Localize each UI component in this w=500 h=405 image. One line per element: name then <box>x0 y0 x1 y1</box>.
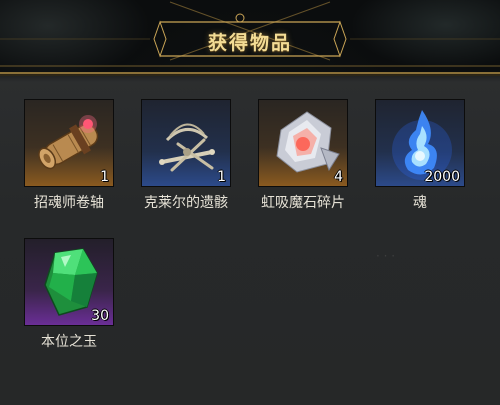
item-name: 虹吸魔石碎片 <box>261 195 345 211</box>
item-tile[interactable]: 30 <box>24 238 114 326</box>
item-slot[interactable]: 2000 魂 <box>375 99 465 212</box>
item-tile[interactable]: 4 <box>258 99 348 187</box>
item-name: 本位之玉 <box>41 334 97 350</box>
background-faint-text: · · · <box>376 249 396 263</box>
item-tile[interactable]: 1 <box>24 99 114 187</box>
item-tile[interactable]: 1 <box>141 99 231 187</box>
item-count: 4 <box>334 169 343 185</box>
item-count: 1 <box>100 169 109 185</box>
item-count: 2000 <box>424 169 460 185</box>
reward-dialog: 获得物品 · · · 1 招魂师卷轴 1 克莱尔的遗骸 4 虹吸魔石碎片 200… <box>0 0 500 405</box>
item-slot[interactable]: 4 虹吸魔石碎片 <box>258 99 348 212</box>
item-slot[interactable]: 30 本位之玉 <box>24 238 114 351</box>
item-count: 1 <box>217 169 226 185</box>
item-name: 招魂师卷轴 <box>34 195 104 211</box>
item-count: 30 <box>91 308 109 324</box>
item-name: 魂 <box>413 195 427 211</box>
item-name: 克莱尔的遗骸 <box>144 195 228 211</box>
item-tile[interactable]: 2000 <box>375 99 465 187</box>
item-slot[interactable]: 1 克莱尔的遗骸 <box>141 99 231 212</box>
item-slot[interactable]: 1 招魂师卷轴 <box>24 99 114 212</box>
title-banner: 获得物品 <box>0 0 500 72</box>
dialog-title: 获得物品 <box>207 32 292 54</box>
